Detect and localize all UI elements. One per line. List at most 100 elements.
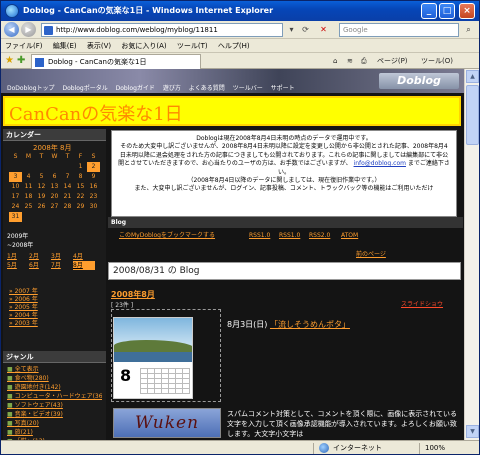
calendar-day[interactable]: 28 <box>61 202 74 212</box>
forward-button[interactable]: ▶ <box>21 22 36 37</box>
calendar-day[interactable]: 12 <box>35 182 48 192</box>
calendar-day[interactable]: 14 <box>61 182 74 192</box>
tools-menu-button[interactable]: ツール(O) <box>421 55 453 67</box>
search-icon[interactable]: ⌕ <box>461 23 476 37</box>
calendar-weekday[interactable]: F <box>74 152 87 162</box>
calendar-weekday[interactable]: W <box>48 152 61 162</box>
calendar-day[interactable]: 15 <box>74 182 87 192</box>
favorites-star-icon[interactable]: ★ <box>5 55 14 67</box>
bookmark-link[interactable]: このMyDoblogをブックマークする <box>119 230 215 241</box>
calendar-day[interactable]: 3 <box>9 172 22 182</box>
site-nav-howto[interactable]: 遊び方 <box>163 85 181 92</box>
calendar-weekday[interactable]: S <box>87 152 100 162</box>
maximize-button[interactable]: □ <box>439 3 455 19</box>
calendar-day[interactable]: 13 <box>48 182 61 192</box>
year-link[interactable]: » 2003 年 <box>9 320 100 328</box>
feeds-icon[interactable]: ≋ <box>347 55 353 67</box>
archive-month-link[interactable]: 3月 <box>51 252 73 261</box>
year-link[interactable]: » 2004 年 <box>9 312 100 320</box>
print-icon[interactable]: ⎙ <box>361 55 367 67</box>
calendar-day[interactable]: 1 <box>74 162 87 172</box>
close-button[interactable]: × <box>459 3 475 19</box>
rss10-link-2[interactable]: RSS1.0 <box>279 230 300 241</box>
year-link[interactable]: » 2006 年 <box>9 296 100 304</box>
search-input[interactable]: Google <box>339 23 459 37</box>
archive-month-link[interactable]: 5月 <box>7 261 29 270</box>
calendar-day[interactable]: 23 <box>87 192 100 202</box>
calendar-day[interactable]: 24 <box>9 202 22 212</box>
site-nav-portal[interactable]: Doblogポータル <box>62 85 107 92</box>
address-dropdown-icon[interactable]: ▾ <box>285 23 298 37</box>
slideshow-link[interactable]: スライドショウ <box>401 299 443 308</box>
archive-month-link[interactable]: 7月 <box>51 261 73 270</box>
calendar-day[interactable]: 19 <box>35 192 48 202</box>
prev-page-link[interactable]: 前のページ <box>356 249 386 258</box>
add-favorites-icon[interactable]: ✚ <box>17 55 25 67</box>
post-title-link[interactable]: 「流しそうめんポタ」 <box>270 320 350 329</box>
scroll-up-icon[interactable]: ▲ <box>466 70 479 83</box>
archive-month-link[interactable]: 1月 <box>7 252 29 261</box>
genre-link[interactable]: 遊園地付き(142) <box>7 383 102 392</box>
rss10-link[interactable]: RSS1.0 <box>249 230 270 241</box>
calendar-day[interactable]: 18 <box>22 192 35 202</box>
archive-month-link[interactable]: 6月 <box>29 261 51 270</box>
calendar-day[interactable]: 29 <box>74 202 87 212</box>
year-link[interactable]: » 2005 年 <box>9 304 100 312</box>
genre-link[interactable]: 食べ物(280) <box>7 374 102 383</box>
genre-link[interactable]: 全て表示 <box>7 365 102 374</box>
calendar-day[interactable]: 31 <box>9 212 22 222</box>
home-icon[interactable]: ⌂ <box>333 55 337 67</box>
calendar-day[interactable]: 22 <box>74 192 87 202</box>
calendar-weekday[interactable]: S <box>9 152 22 162</box>
genre-link[interactable]: 音楽・ビデオ(39) <box>7 410 102 419</box>
menu-view[interactable]: 表示(V) <box>83 39 115 53</box>
calendar-day[interactable]: 11 <box>22 182 35 192</box>
title-bar[interactable]: Doblog - CanCanの気楽な1日 - Windows Internet… <box>1 1 479 21</box>
calendar-day[interactable]: 17 <box>9 192 22 202</box>
calendar-weekday[interactable]: T <box>35 152 48 162</box>
calendar-day[interactable]: 8 <box>74 172 87 182</box>
site-nav-top[interactable]: DoDoblogトップ <box>7 85 55 92</box>
calendar-day[interactable]: 10 <box>9 182 22 192</box>
tab-doblog[interactable]: Doblog - CanCanの気楽な1日 <box>31 54 201 69</box>
archive-month-link[interactable]: 8月 <box>73 261 95 270</box>
menu-favorites[interactable]: お気に入り(A) <box>117 39 170 53</box>
archive-month-link[interactable]: 4月 <box>73 252 95 261</box>
notice-email-link[interactable]: info@doblog.com <box>354 160 406 167</box>
site-nav-toolbar[interactable]: ツールバー <box>233 85 263 92</box>
post-month-link[interactable]: 2008年8月 <box>111 289 155 300</box>
site-nav-guide[interactable]: Doblogガイド <box>116 85 155 92</box>
year-link[interactable]: » 2007 年 <box>9 288 100 296</box>
back-button[interactable]: ◀ <box>4 22 19 37</box>
address-bar[interactable]: http://www.doblog.com/weblog/myblog/1181… <box>41 23 283 37</box>
genre-link[interactable]: コンピュータ・ハードウェア(36) <box>7 392 102 401</box>
blog-title[interactable]: CanCanの気楽な1日 <box>9 100 183 126</box>
atom-link[interactable]: ATOM <box>341 230 358 241</box>
scroll-down-icon[interactable]: ▼ <box>466 425 479 438</box>
calendar-day[interactable]: 9 <box>87 172 100 182</box>
refresh-icon[interactable]: ⟳ <box>299 23 312 37</box>
menu-file[interactable]: ファイル(F) <box>1 39 47 53</box>
vertical-scrollbar[interactable]: ▲ ▼ <box>464 69 479 440</box>
calendar-day[interactable]: 5 <box>35 172 48 182</box>
calendar-day[interactable]: 25 <box>22 202 35 212</box>
archive-month-link[interactable]: 2月 <box>29 252 51 261</box>
genre-link[interactable]: ソフトウェア(43) <box>7 401 102 410</box>
doblog-logo[interactable]: Doblog <box>379 73 459 89</box>
stop-icon[interactable]: ✕ <box>317 23 330 37</box>
calendar-day[interactable]: 30 <box>87 202 100 212</box>
menu-help[interactable]: ヘルプ(H) <box>214 39 254 53</box>
menu-tools[interactable]: ツール(T) <box>173 39 212 53</box>
menu-edit[interactable]: 編集(E) <box>49 39 81 53</box>
minimize-button[interactable]: _ <box>421 3 437 19</box>
calendar-day[interactable]: 4 <box>22 172 35 182</box>
calendar-day[interactable]: 2 <box>87 162 100 172</box>
calendar-day[interactable]: 7 <box>61 172 74 182</box>
post-thumbnail-image[interactable]: 8 <box>113 317 193 399</box>
site-nav-faq[interactable]: よくある質問 <box>189 85 225 92</box>
calendar-day[interactable]: 6 <box>48 172 61 182</box>
calendar-day[interactable]: 21 <box>61 192 74 202</box>
genre-link[interactable]: 写真(20) <box>7 419 102 428</box>
calendar-day[interactable]: 27 <box>48 202 61 212</box>
site-nav-support[interactable]: サポート <box>271 85 295 92</box>
